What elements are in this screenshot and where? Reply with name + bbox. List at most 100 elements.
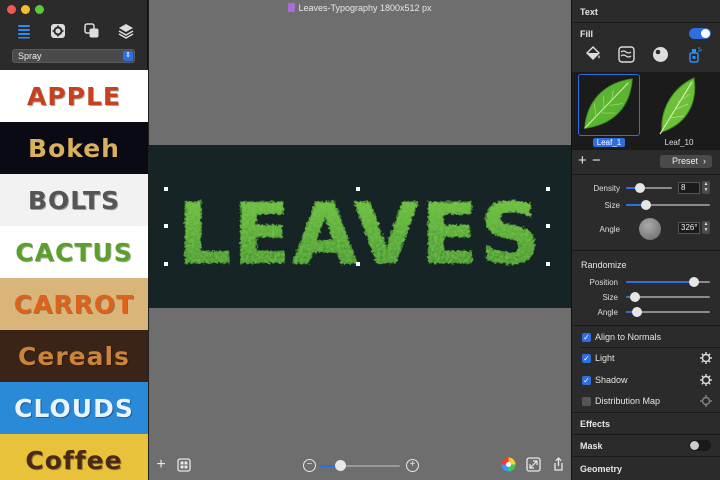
preset-item[interactable]: Bokeh xyxy=(0,122,148,174)
color-wheel-icon[interactable] xyxy=(501,457,516,472)
list-icon[interactable] xyxy=(14,22,34,40)
remove-leaf-button[interactable]: − xyxy=(592,153,601,168)
angle-dial[interactable] xyxy=(639,218,661,240)
density-label: Density xyxy=(593,184,620,193)
mask-toggle[interactable] xyxy=(689,440,711,451)
size-label: Size xyxy=(604,201,620,210)
gear-icon[interactable] xyxy=(48,22,68,40)
distribution-map-checkbox[interactable] xyxy=(582,396,591,406)
plus-icon[interactable]: + xyxy=(154,457,168,473)
window-title-bar: Leaves-Typography 1800x512 px xyxy=(149,3,571,13)
inspector-panel: Text Fill Leaf_1 Leaf_10 + − Preset › De… xyxy=(571,0,720,480)
divider xyxy=(572,456,720,457)
distribution-map-row[interactable]: Distribution Map xyxy=(582,396,660,406)
window-controls xyxy=(7,5,44,14)
density-slider[interactable] xyxy=(626,183,672,193)
chevron-updown-icon: ⇕ xyxy=(123,51,133,61)
zoom-slider-knob[interactable] xyxy=(335,460,346,471)
leaves-artwork-text: LEAVES xyxy=(177,185,542,283)
zoom-out-icon[interactable]: − xyxy=(303,459,316,472)
minimize-window-button[interactable] xyxy=(21,5,30,14)
text-section-header: Text xyxy=(580,7,598,17)
shadow-label: Shadow xyxy=(595,375,628,385)
preset-item[interactable]: CLOUDS xyxy=(0,382,148,434)
preset-item-label: CACTUS xyxy=(15,237,133,267)
preset-item-label: BOLTS xyxy=(27,185,121,215)
sidebar-toolbar xyxy=(14,22,136,40)
preset-item[interactable]: CACTUS xyxy=(0,226,148,278)
chevron-right-icon: › xyxy=(703,156,706,166)
texture-icon[interactable] xyxy=(618,46,635,63)
close-window-button[interactable] xyxy=(7,5,16,14)
preset-item[interactable]: BOLTS xyxy=(0,174,148,226)
zoom-in-icon[interactable]: + xyxy=(406,459,419,472)
artboard[interactable]: LEAVES xyxy=(149,145,571,308)
preset-button-label: Preset xyxy=(672,156,699,166)
mask-label: Mask xyxy=(580,441,603,451)
randomize-header: Randomize xyxy=(581,260,627,270)
spray-icon[interactable] xyxy=(686,46,703,63)
rand-angle-slider[interactable] xyxy=(626,307,710,317)
preset-item[interactable]: Coffee xyxy=(0,434,148,480)
size-slider[interactable] xyxy=(626,200,710,210)
left-sidebar: Spray ⇕ APPLE Bokeh BOLTS CACTUS CARROT Cerea… xyxy=(0,0,148,480)
light-checkbox[interactable]: ✓ xyxy=(582,353,591,363)
fill-type-toolbar xyxy=(584,46,703,63)
preset-item-label: APPLE xyxy=(26,81,121,111)
preset-item-label: Coffee xyxy=(25,445,123,475)
preset-item-label: Cereals xyxy=(18,341,130,371)
preset-item[interactable]: APPLE xyxy=(0,70,148,122)
rand-position-label: Position xyxy=(589,278,618,287)
light-settings-gear-icon[interactable] xyxy=(700,352,712,364)
canvas-area: Leaves-Typography 1800x512 px LEAVES xyxy=(149,0,571,480)
fill-toggle[interactable] xyxy=(689,28,711,39)
divider xyxy=(572,250,720,251)
preset-button[interactable]: Preset › xyxy=(660,155,712,168)
divider xyxy=(572,434,720,435)
angle-stepper[interactable]: ▲ ▼ xyxy=(702,221,710,234)
align-to-normals-checkbox[interactable]: ✓ xyxy=(582,332,591,342)
category-select-value: Spray xyxy=(18,51,42,61)
grid-icon[interactable] xyxy=(177,458,191,472)
zoom-window-button[interactable] xyxy=(35,5,44,14)
density-value[interactable]: 8 xyxy=(678,182,700,194)
divider xyxy=(572,325,720,326)
angle-label: Angle xyxy=(599,225,620,234)
shadow-row[interactable]: ✓ Shadow xyxy=(582,375,628,385)
leaf-label-1: Leaf_1 xyxy=(578,138,640,147)
effects-header[interactable]: Effects xyxy=(580,419,610,429)
paint-bucket-icon[interactable] xyxy=(584,46,601,63)
leaf-thumb-10[interactable] xyxy=(648,74,710,136)
preset-item-label: Bokeh xyxy=(28,133,120,163)
resize-icon[interactable] xyxy=(526,457,541,472)
preset-item[interactable]: CARROT xyxy=(0,278,148,330)
preset-item[interactable]: Cereals xyxy=(0,330,148,382)
geometry-header[interactable]: Geometry xyxy=(580,464,622,474)
add-leaf-button[interactable]: + xyxy=(578,153,587,168)
canvas-bottom-toolbar: + xyxy=(154,457,191,473)
align-to-normals-label: Align to Normals xyxy=(595,332,662,342)
rand-size-slider[interactable] xyxy=(626,292,710,302)
share-icon[interactable] xyxy=(551,457,566,472)
sphere-icon[interactable] xyxy=(652,46,669,63)
layers-icon[interactable] xyxy=(116,22,136,40)
rand-position-slider[interactable] xyxy=(626,277,710,287)
canvas-right-tools xyxy=(501,457,566,472)
zoom-control: − + xyxy=(300,457,422,475)
overlap-squares-icon[interactable] xyxy=(82,22,102,40)
light-row[interactable]: ✓ Light xyxy=(582,353,615,363)
artboard-canvas: LEAVES xyxy=(164,184,550,284)
angle-value[interactable]: 326° xyxy=(678,222,700,234)
shadow-checkbox[interactable]: ✓ xyxy=(582,375,591,385)
align-to-normals-row[interactable]: ✓ Align to Normals xyxy=(582,332,661,342)
leaf-thumb-1[interactable] xyxy=(578,74,640,136)
divider xyxy=(572,22,720,23)
distribution-map-gear-icon[interactable] xyxy=(700,395,712,407)
preset-list: APPLE Bokeh BOLTS CACTUS CARROT Cereals CLOUDS… xyxy=(0,70,148,480)
rand-angle-label: Angle xyxy=(597,308,618,317)
leaf-texture-strip: Leaf_1 Leaf_10 xyxy=(572,72,720,150)
density-stepper[interactable]: ▲ ▼ xyxy=(702,181,710,194)
category-select[interactable]: Spray ⇕ xyxy=(12,49,135,63)
divider xyxy=(580,347,720,348)
shadow-settings-gear-icon[interactable] xyxy=(700,374,712,386)
